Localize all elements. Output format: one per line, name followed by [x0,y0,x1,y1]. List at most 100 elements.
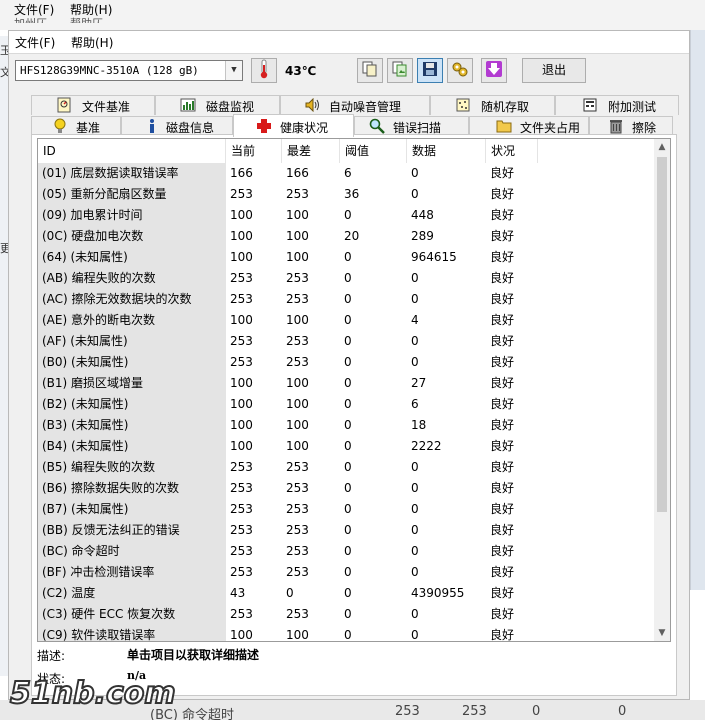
cell-current: 100 [230,439,253,453]
table-row[interactable]: (BB) 反馈无法纠正的错误 253 253 0 0 良好 [38,520,658,541]
cell-threshold: 6 [344,166,352,180]
background-window-menubar: 文件(F) 帮助(H) 加州仄 帮助仄 [0,0,705,30]
tab-error-scan[interactable]: 错误扫描 [354,116,469,136]
tab-aam[interactable]: 自动噪音管理 [280,95,430,115]
cell-threshold: 0 [344,313,352,327]
cell-status: 良好 [490,607,515,621]
col-header-id[interactable]: ID [38,139,226,163]
col-header-threshold[interactable]: 阈值 [340,139,407,163]
table-row[interactable]: (09) 加电累计时间 100 100 0 448 良好 [38,205,658,226]
table-row[interactable]: (05) 重新分配扇区数量 253 253 36 0 良好 [38,184,658,205]
cell-data: 0 [411,565,419,579]
cell-status: 良好 [490,544,515,558]
disk-monitor-icon [180,97,196,113]
table-row[interactable]: (B3) (未知属性) 100 100 0 18 良好 [38,415,658,436]
cell-threshold: 0 [344,502,352,516]
cell-worst: 253 [286,460,309,474]
exit-button[interactable]: 退出 [522,58,586,83]
cell-status: 良好 [490,313,515,327]
chevron-down-icon[interactable]: ▼ [225,61,242,80]
cell-threshold: 0 [344,481,352,495]
temperature-button[interactable] [251,58,277,83]
tab-row-top: 文件基准 磁盘监视 自动噪音管理 随机存取 附加测试 [31,95,679,115]
table-row[interactable]: (BC) 命令超时 253 253 0 0 良好 [38,541,658,562]
col-header-current[interactable]: 当前 [226,139,282,163]
cell-status: 良好 [490,187,515,201]
menu-file[interactable]: 文件(F) [15,34,55,51]
vertical-scrollbar[interactable]: ▲ ▼ [654,139,670,641]
copy-image-icon [392,61,408,80]
table-row[interactable]: (B2) (未知属性) 100 100 0 6 良好 [38,394,658,415]
table-row[interactable]: (AE) 意外的断电次数 100 100 0 4 良好 [38,310,658,331]
cell-id: (0C) 硬盘加电次数 [38,226,226,247]
cell-threshold: 0 [344,439,352,453]
options-button[interactable] [447,58,473,83]
download-update-button[interactable] [481,58,507,83]
cell-id: (C9) 软件读取错误率 [38,625,226,641]
col-header-worst[interactable]: 最差 [282,139,340,163]
col-header-status[interactable]: 状况 [486,139,538,163]
table-row[interactable]: (BF) 冲击检测错误率 253 253 0 0 良好 [38,562,658,583]
tab-extra-tests[interactable]: 附加测试 [555,95,679,115]
cell-status: 良好 [490,229,515,243]
cell-status: 良好 [490,208,515,222]
table-row[interactable]: (C9) 软件读取错误率 100 100 0 0 良好 [38,625,658,641]
tab-folder-usage[interactable]: 文件夹占用 [469,116,589,136]
table-row[interactable]: (B5) 编程失败的次数 253 253 0 0 良好 [38,457,658,478]
table-row[interactable]: (B6) 擦除数据失败的次数 253 253 0 0 良好 [38,478,658,499]
scroll-up-icon[interactable]: ▲ [654,139,670,155]
menubar-divider [9,53,689,54]
speaker-icon [305,97,321,113]
scrollbar-thumb[interactable] [657,157,667,512]
cell-data: 289 [411,229,434,243]
tab-erase[interactable]: 擦除 [589,116,673,136]
cell-current: 253 [230,460,253,474]
save-button[interactable] [417,58,443,83]
cell-data: 4 [411,313,419,327]
drive-select[interactable]: HFS128G39MNC-3510A (128 gB) ▼ [15,60,243,81]
menu-help[interactable]: 帮助(H) [71,34,113,51]
tab-benchmark[interactable]: 基准 [31,116,121,136]
floppy-disk-icon [422,61,438,80]
table-row[interactable]: (B7) (未知属性) 253 253 0 0 良好 [38,499,658,520]
cell-data: 4390955 [411,586,465,600]
copy-screenshot-button[interactable] [387,58,413,83]
description-label: 描述: [37,649,66,663]
cell-status: 良好 [490,376,515,390]
cell-threshold: 0 [344,586,352,600]
cell-id: (AC) 擦除无效数据块的次数 [38,289,226,310]
cell-threshold: 0 [344,376,352,390]
col-header-data[interactable]: 数据 [407,139,486,163]
cell-status: 良好 [490,460,515,474]
cell-threshold: 20 [344,229,360,243]
tab-random-access[interactable]: 随机存取 [430,95,555,115]
scroll-down-icon[interactable]: ▼ [654,625,670,641]
table-row[interactable]: (64) (未知属性) 100 100 0 964615 良好 [38,247,658,268]
tab-disk-info[interactable]: 磁盘信息 [121,116,233,136]
tab-file-benchmark[interactable]: 文件基准 [31,95,155,115]
copy-info-button[interactable] [357,58,383,83]
cell-status: 良好 [490,292,515,306]
table-row[interactable]: (B4) (未知属性) 100 100 0 2222 良好 [38,436,658,457]
table-row[interactable]: (AB) 编程失败的次数 253 253 0 0 良好 [38,268,658,289]
cell-data: 2222 [411,439,442,453]
cell-threshold: 0 [344,355,352,369]
cell-current: 253 [230,187,253,201]
table-row[interactable]: (C2) 温度 43 0 0 4390955 良好 [38,583,658,604]
cell-data: 0 [411,187,419,201]
cell-id: (05) 重新分配扇区数量 [38,184,226,205]
cell-threshold: 0 [344,607,352,621]
table-row[interactable]: (0C) 硬盘加电次数 100 100 20 289 良好 [38,226,658,247]
cell-current: 100 [230,376,253,390]
table-row[interactable]: (C3) 硬件 ECC 恢复次数 253 253 0 0 良好 [38,604,658,625]
table-row[interactable]: (AC) 擦除无效数据块的次数 253 253 0 0 良好 [38,289,658,310]
table-row[interactable]: (B0) (未知属性) 253 253 0 0 良好 [38,352,658,373]
cell-status: 良好 [490,418,515,432]
table-row[interactable]: (01) 底层数据读取错误率 166 166 6 0 良好 [38,163,658,184]
cell-current: 253 [230,292,253,306]
cell-id: (BF) 冲击检测错误率 [38,562,226,583]
tab-health[interactable]: 健康状况 [233,114,354,137]
table-row[interactable]: (B1) 磨损区域增量 100 100 0 27 良好 [38,373,658,394]
tab-disk-monitor[interactable]: 磁盘监视 [155,95,280,115]
table-row[interactable]: (AF) (未知属性) 253 253 0 0 良好 [38,331,658,352]
